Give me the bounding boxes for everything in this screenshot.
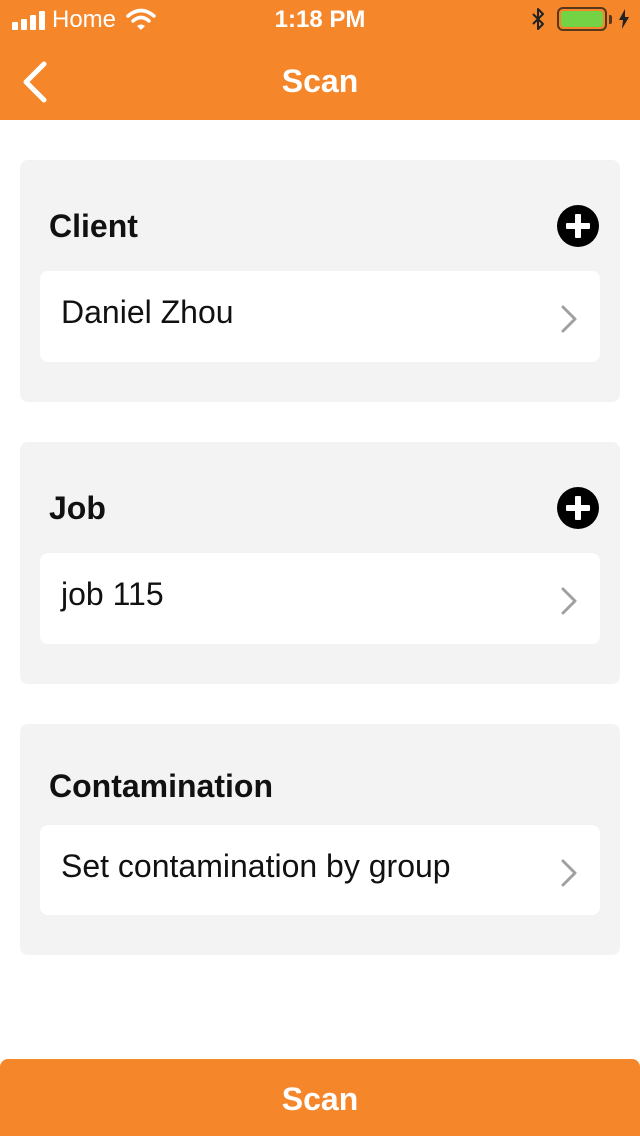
nav-bar: Scan (0, 40, 640, 120)
scan-screen: Home 1:18 PM Scan Client Daniel Zhou Job… (0, 0, 640, 1136)
chevron-right-icon (561, 305, 577, 333)
add-client-icon[interactable] (556, 204, 600, 248)
client-row[interactable]: Daniel Zhou (40, 271, 600, 362)
chevron-right-icon (561, 587, 577, 615)
battery-fill (561, 11, 603, 27)
chevron-right-icon (561, 859, 577, 887)
header: Home 1:18 PM Scan (0, 0, 640, 120)
status-bar: Home 1:18 PM (0, 0, 640, 40)
battery-tip (609, 14, 612, 24)
add-job-icon[interactable] (556, 486, 600, 530)
scan-button-label: Scan (281, 1081, 359, 1117)
job-card: Job job 115 (20, 442, 620, 684)
client-card: Client Daniel Zhou (20, 160, 620, 402)
battery-icon (557, 7, 607, 31)
job-row[interactable]: job 115 (40, 553, 600, 644)
charging-icon (619, 9, 629, 29)
client-title: Client (49, 208, 138, 244)
page-title: Scan (281, 63, 359, 99)
contamination-card: Contamination Set contamination by group (20, 724, 620, 955)
contamination-row[interactable]: Set contamination by group (40, 825, 600, 915)
client-value: Daniel Zhou (61, 294, 234, 330)
contamination-title: Contamination (49, 768, 273, 804)
status-right (531, 7, 630, 31)
job-title: Job (49, 490, 106, 526)
job-value: job 115 (61, 576, 164, 612)
contamination-value: Set contamination by group (61, 848, 451, 884)
bluetooth-icon (532, 8, 544, 30)
scan-button[interactable]: Scan (0, 1059, 640, 1136)
